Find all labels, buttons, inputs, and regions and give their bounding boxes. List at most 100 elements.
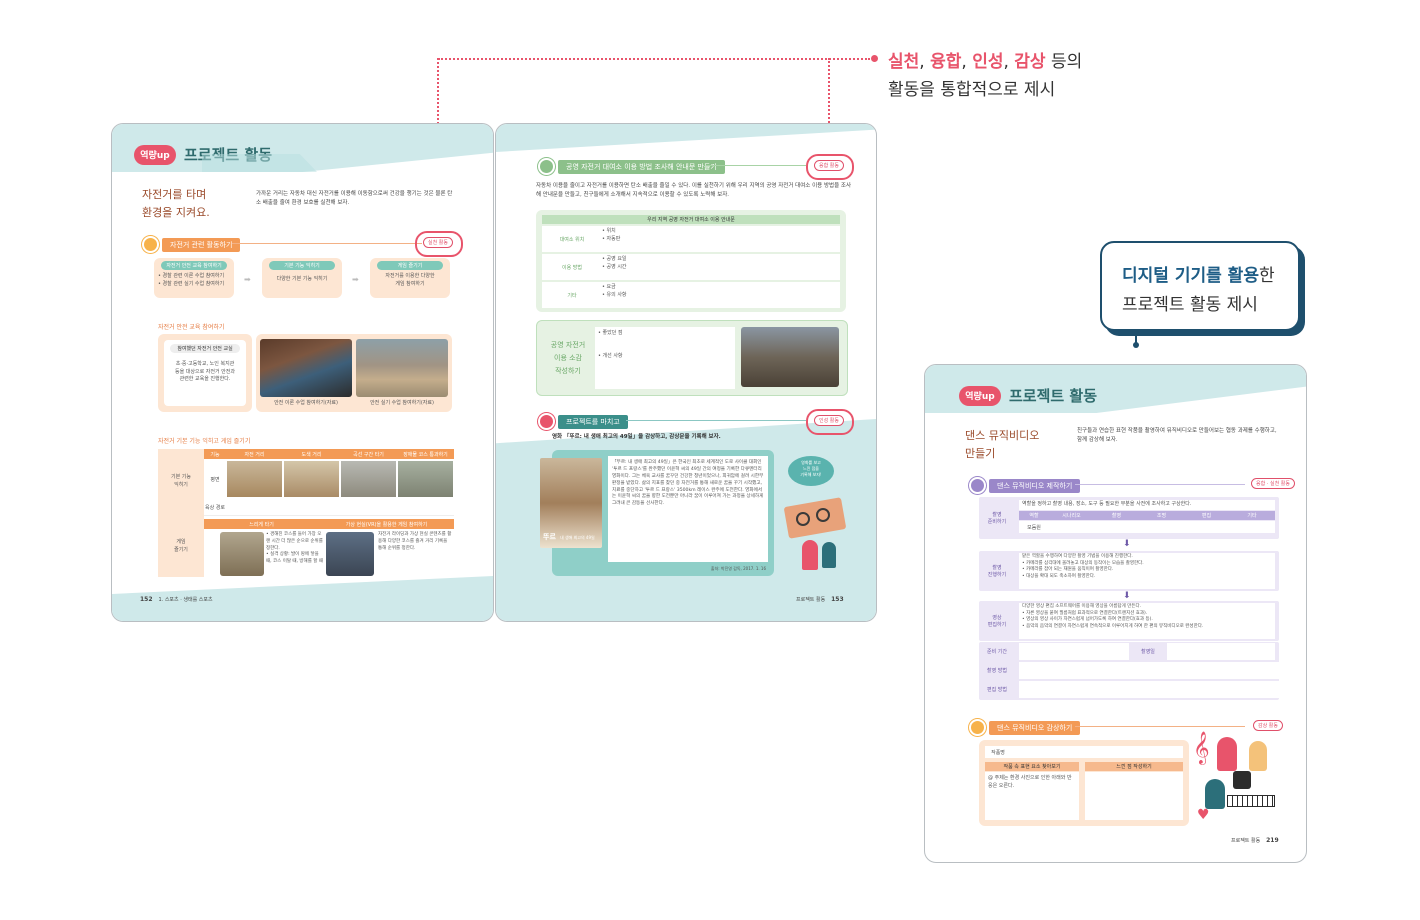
skill-photo-2: [284, 461, 339, 497]
film-card: 뚜르 내 생애 최고의 49일 「뚜르: 내 생애 최고의 49일」은 한국인 …: [540, 450, 774, 576]
banner-tail: [202, 154, 317, 172]
step-2-label: 촬영 진행하기: [987, 565, 1007, 578]
flow-head-2: 기본 기능 익히기: [269, 261, 335, 270]
person-icon: [1249, 741, 1267, 771]
record-label-1: 준비 기간: [987, 649, 1007, 655]
callout-stem: [1135, 329, 1137, 343]
lightbulb-icon: [538, 158, 555, 175]
photo-caption-1: 안전 이론 수업 참여하기(자료): [274, 400, 338, 406]
step-col-1: 시나리오: [1062, 513, 1081, 519]
watch-col2-body[interactable]: [1085, 772, 1183, 820]
page-153: 공영 자전거 대여소 이용 방법 조사해 안내문 만들기 융합 활동 자동차 이…: [495, 123, 877, 622]
record-field-2[interactable]: [1019, 662, 1279, 679]
music-illustration: 𝄞 ♥: [1191, 727, 1291, 827]
skill-left-label-2: 게임 즐기기: [174, 539, 188, 553]
info-row-3: 기타 • 요금 • 유의 사항: [542, 282, 840, 308]
intro-text: 친구들과 연습한 표현 작품을 촬영하여 뮤직비디오로 만들어보는 협동 과제를…: [1077, 428, 1277, 443]
bike-wheel-icon: [796, 512, 810, 526]
footer-right: 프로젝트 활동 153: [796, 596, 844, 603]
safety-class-box: 참여했던 자전거 안전 교실 초·중·고등학교, 노인 복지관 등을 대상으로 …: [158, 334, 252, 412]
annotation-top-text: 실천, 융합, 인성, 감상 등의 활동을 통합적으로 제시: [888, 48, 1082, 104]
step-1-table-row: 모둠원: [1019, 521, 1275, 533]
flow-body-3: 자전거를 이용한 다양한 게임 참여하기: [385, 273, 435, 287]
impression-card: 공영 자전거 이용 소감 작성하기 • 좋았던 점 • 개선 사항: [536, 320, 848, 396]
person-icon: [822, 542, 836, 568]
callout-rest: 한: [1258, 266, 1275, 286]
step-1-table-head: 역할 시나리오 촬영 조명 편집 기타: [1019, 511, 1275, 520]
speech-text: 영화를 보고 느낀 점을 기록해 보자!: [800, 460, 822, 477]
page-219: 역량up 프로젝트 활동 댄스 뮤직비디오 만들기 친구들과 연습한 표현 작품…: [924, 364, 1307, 863]
subtitle-line1: 댄스 뮤직비디오: [965, 429, 1040, 442]
page-number-219: 219: [1266, 837, 1279, 844]
watch-label: 작품명: [991, 749, 1005, 756]
record-table: 준비 기간 촬영일 촬영 방법 편집 방법: [979, 642, 1279, 700]
step-col-0: 역할: [1029, 513, 1039, 519]
impression-title: 공영 자전거 이용 소감 작성하기: [550, 341, 586, 375]
page-header-band: [496, 124, 876, 152]
annotation-sep: ,: [919, 52, 931, 72]
step-col-3: 조명: [1156, 513, 1167, 519]
record-row-3: 편집 방법: [979, 681, 1279, 698]
step-1-label: 촬영 준비하기: [987, 512, 1007, 525]
section-bike-activity: 자전거 관련 활동하기: [142, 236, 241, 253]
section-rental-guide: 공영 자전거 대여소 이용 방법 조사해 안내문 만들기: [538, 158, 725, 175]
annotation-dot: [871, 55, 878, 62]
game-photo-2: [326, 532, 374, 576]
info-row-1: 대여소 위치 • 위치 • 자동판: [542, 226, 840, 252]
annotation-top-line2: 활동을 통합적으로 제시: [888, 80, 1056, 100]
photo-caption-2: 안전 실기 수업 참여하기(자료): [370, 400, 434, 406]
step-arrow-1: ⬇: [1123, 539, 1131, 549]
film-text: 「뚜르: 내 생애 최고의 49일」은 한국인 최초로 세계적인 도로 사이클 …: [608, 456, 768, 562]
up-badge: 역량up: [959, 385, 1001, 406]
record-row-2: 촬영 방법: [979, 662, 1279, 679]
game-photo-1: [220, 532, 264, 576]
impression-items: • 좋았던 점 • 개선 사항: [595, 327, 735, 389]
rental-intro: 자동차 이용을 줄이고 자전거를 이용하면 탄소 배출을 줄일 수 있다. 이를…: [536, 183, 852, 198]
game-col-1: 느리게 타기: [249, 521, 274, 528]
person-icon: [802, 540, 818, 570]
piano-icon: [1227, 795, 1275, 807]
page-number-153: 153: [831, 596, 844, 603]
watch-col2-head: 느낀 점 작성하기: [1085, 762, 1183, 771]
record-field-3[interactable]: [1019, 681, 1279, 698]
info-sheet: 우리 지역 공영 자전거 대여소 이용 안내문 대여소 위치 • 위치 • 자동…: [536, 210, 846, 312]
footer-left-text: 1. 스포츠 · 생태를 스포츠: [158, 597, 213, 603]
photo-rental-station: [741, 327, 839, 387]
step-2-text: 맡은 역할을 수행하여 다양한 촬영 기법을 이용해 진행한다. • 카메라를 …: [1019, 553, 1275, 589]
annotation-top-line1: 실천, 융합, 인성, 감상 등의: [888, 48, 1082, 76]
record-row-1: 준비 기간 촬영일: [979, 643, 1279, 660]
skill-col-2: 도색 거리: [301, 451, 322, 458]
heart-icon: ♥: [1197, 807, 1210, 823]
step-1: 촬영 준비하기 역할을 정하고 촬영 내용, 장소, 도구 등 필요한 부분을 …: [979, 497, 1279, 539]
watch-title-row: 작품명: [985, 746, 1183, 758]
intro-text: 가까운 거리는 자동차 대신 자전거를 이용해 이동함으로써 건강을 챙기는 것…: [256, 191, 453, 206]
skill-photo-3: [341, 461, 396, 497]
section-rule: [1075, 484, 1245, 485]
annotation-sep: ,: [961, 52, 973, 72]
record-field-1a[interactable]: [1019, 643, 1129, 660]
subtitle: 댄스 뮤직비디오 만들기: [965, 427, 1039, 463]
record-mid-label: 촬영일: [1129, 643, 1167, 660]
callout-line2: 프로젝트 활동 제시: [1122, 295, 1258, 315]
footer-text: 프로젝트 활동: [1231, 838, 1261, 844]
section-label: 자전거 관련 활동하기: [162, 237, 241, 252]
digital-callout: 디지털 기기를 활용한 프로젝트 활동 제시: [1100, 241, 1300, 331]
section-finish: 프로젝트를 마치고: [538, 413, 628, 430]
section-mv-making: 댄스 뮤직비디오 제작하기: [969, 477, 1081, 494]
annotation-word-3: 인성: [972, 52, 1004, 72]
skill-col-0: 기능: [210, 451, 220, 458]
watch-col1-body[interactable]: @ 주제는 환경 사진으로 인한 아래와 반응은 오른다.: [985, 772, 1079, 820]
annotation-word-1: 실천: [888, 52, 920, 72]
flow-body-2: 다양한 기본 기능 익히기: [276, 276, 328, 282]
skill-photo-1: [227, 461, 282, 497]
skill-table-left: 기본 기능 익히기 게임 즐기기: [158, 449, 204, 577]
annotation-word-4: 감상: [1014, 52, 1046, 72]
game-text-1: • 경해진 코스를 들어 가장 오랜 시간 더 많은 순으로 순위를 정한다. …: [266, 532, 323, 564]
lightbulb-icon: [142, 236, 159, 253]
banner-title: 프로젝트 활동: [1009, 387, 1098, 405]
highlight-ring-3: [806, 409, 854, 435]
record-field-1b[interactable]: [1167, 643, 1275, 660]
skill-row-label-2: 육상 경로: [205, 504, 225, 511]
skill-col-3: 곡선 구간 타기: [353, 451, 384, 458]
game-col-2: 가상 현실(VR)을 활용한 게임 참여하기: [345, 521, 428, 528]
